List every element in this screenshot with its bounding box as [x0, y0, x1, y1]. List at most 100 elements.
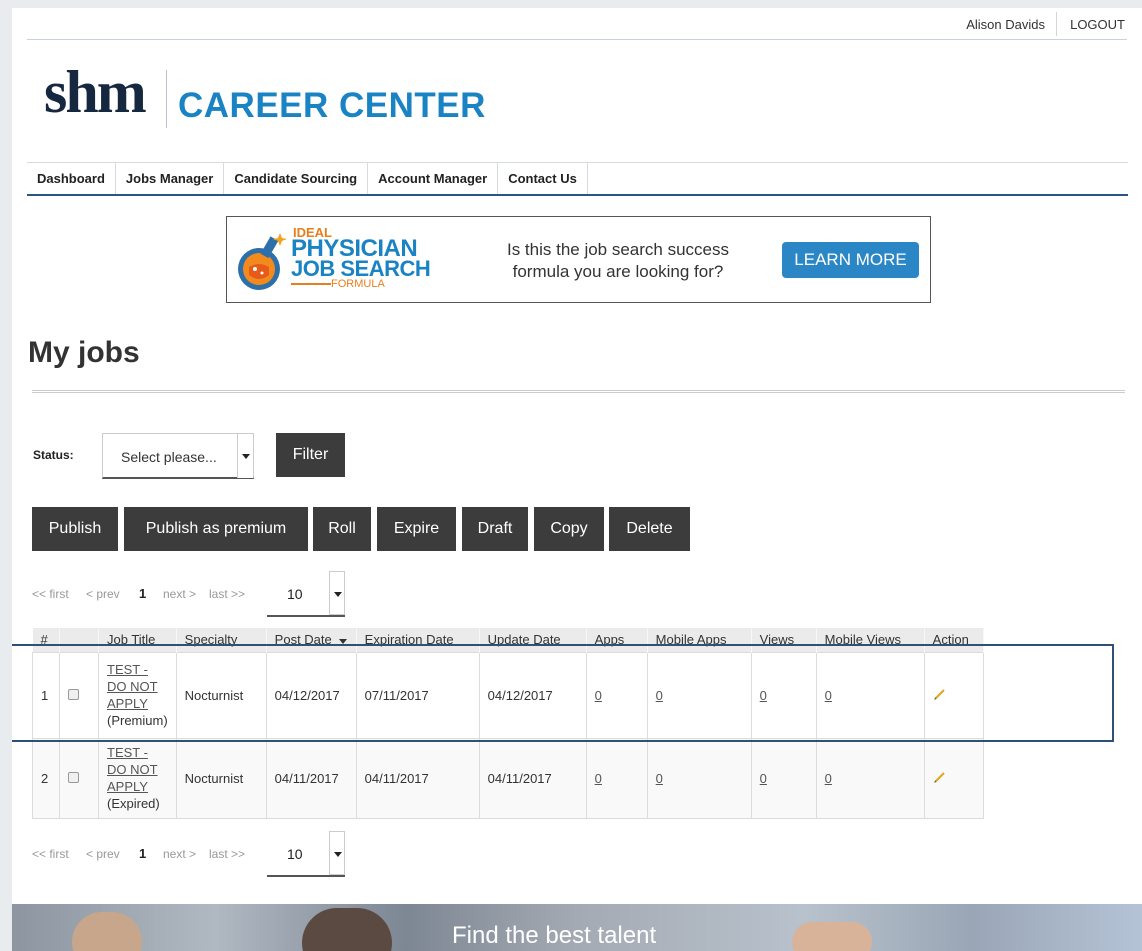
caret-down-icon [334, 852, 342, 857]
sort-caret-down-icon [339, 639, 348, 645]
apps-link[interactable]: 0 [595, 688, 602, 703]
views-cell: 0 [750, 737, 817, 819]
user-name-link[interactable]: Alison Davids [966, 17, 1045, 32]
pager-current: 1 [139, 586, 147, 601]
row-checkbox[interactable] [68, 771, 79, 783]
publish-button[interactable]: Publish [32, 507, 118, 551]
caret-down-icon [242, 454, 250, 459]
row-checkbox-cell [59, 737, 99, 819]
per-page-select[interactable]: 10 [267, 831, 345, 877]
per-page-value: 10 [287, 846, 303, 862]
job-status: (Premium) [107, 712, 168, 728]
col-select [59, 628, 99, 652]
mobile-apps-cell: 0 [646, 737, 752, 819]
mobile-views-cell: 0 [815, 651, 925, 739]
pager-next[interactable]: next > [163, 847, 196, 861]
row-checkbox[interactable] [68, 688, 79, 700]
roll-button[interactable]: Roll [313, 507, 371, 551]
pager-first[interactable]: << first [32, 847, 69, 861]
logo-divider [166, 70, 167, 128]
row-num: 1 [32, 651, 60, 739]
job-title-cell: TEST - DO NOT APPLY (Premium) [98, 651, 177, 739]
banner-text-line2: formula you are looking for? [512, 262, 724, 281]
draft-button[interactable]: Draft [462, 507, 528, 551]
status-select-toggle[interactable] [237, 434, 253, 478]
job-title-link[interactable]: TEST - DO NOT APPLY [107, 744, 168, 795]
banner-formula: FORMULA [331, 278, 385, 290]
nav-account-manager[interactable]: Account Manager [368, 163, 499, 194]
jobs-table: # Job Title Specialty Post Date Expirati… [32, 628, 984, 819]
specialty: Nocturnist [175, 737, 267, 819]
expiration-date: 04/11/2017 [355, 737, 480, 819]
publish-premium-button[interactable]: Publish as premium [124, 507, 308, 551]
job-title-line: DO NOT [107, 678, 158, 694]
job-title-line: APPLY [107, 695, 148, 711]
pager-first[interactable]: << first [32, 587, 69, 601]
status-select-value: Select please... [121, 449, 217, 465]
col-update-date[interactable]: Update Date [479, 628, 587, 652]
job-title-line: DO NOT [107, 761, 158, 777]
status-select[interactable]: Select please... [102, 433, 254, 479]
table-header-row: # Job Title Specialty Post Date Expirati… [32, 628, 984, 652]
hero-photo-person [72, 912, 142, 951]
pager-last[interactable]: last >> [209, 587, 245, 601]
nav-contact-us[interactable]: Contact Us [498, 163, 588, 194]
pager-prev[interactable]: < prev [86, 587, 120, 601]
action-cell [923, 737, 984, 819]
logo-shm: shm [44, 59, 147, 125]
pager-next[interactable]: next > [163, 587, 196, 601]
col-specialty[interactable]: Specialty [176, 628, 267, 652]
post-date-label: Post Date [274, 632, 332, 648]
col-apps[interactable]: Apps [586, 628, 648, 652]
per-page-select[interactable]: 10 [267, 571, 345, 617]
table-row: 1 TEST - DO NOT APPLY (Premium) Nocturni… [32, 651, 984, 739]
hero-photo-person [302, 908, 392, 951]
job-title-link[interactable]: TEST - DO NOT APPLY [107, 661, 168, 712]
views-link[interactable]: 0 [760, 688, 767, 703]
nav-jobs-manager[interactable]: Jobs Manager [116, 163, 225, 194]
table-row: 2 TEST - DO NOT APPLY (Expired) Nocturni… [32, 737, 984, 819]
logo-career-center: CAREER CENTER [178, 86, 486, 125]
expire-button[interactable]: Expire [377, 507, 456, 551]
pager-current: 1 [139, 846, 147, 861]
col-post-date[interactable]: Post Date [266, 628, 357, 652]
pager-last[interactable]: last >> [209, 847, 245, 861]
mobile-views-link[interactable]: 0 [825, 771, 832, 786]
views-cell: 0 [750, 651, 817, 739]
mobile-apps-link[interactable]: 0 [656, 688, 663, 703]
views-link[interactable]: 0 [760, 771, 767, 786]
hero-banner: Find the best talent [12, 904, 1142, 951]
flask-icon [238, 233, 287, 290]
job-title-line: APPLY [107, 778, 148, 794]
pager-prev[interactable]: < prev [86, 847, 120, 861]
learn-more-button[interactable]: LEARN MORE [782, 242, 919, 278]
delete-button[interactable]: Delete [609, 507, 690, 551]
apps-link[interactable]: 0 [595, 771, 602, 786]
copy-button[interactable]: Copy [534, 507, 604, 551]
logout-link[interactable]: LOGOUT [1070, 17, 1125, 32]
hero-photo-hand [792, 922, 872, 951]
pencil-icon[interactable] [933, 687, 947, 701]
col-mobile-views[interactable]: Mobile Views [816, 628, 925, 652]
update-date: 04/12/2017 [478, 651, 587, 739]
mobile-apps-link[interactable]: 0 [656, 771, 663, 786]
per-page-toggle[interactable] [329, 571, 345, 615]
pencil-icon[interactable] [933, 770, 947, 784]
filter-button[interactable]: Filter [276, 433, 345, 477]
per-page-value: 10 [287, 586, 303, 602]
apps-cell: 0 [585, 651, 648, 739]
col-mobile-apps[interactable]: Mobile Apps [647, 628, 752, 652]
col-job-title[interactable]: Job Title [98, 628, 177, 652]
ad-banner[interactable]: IDEAL PHYSICIAN JOB SEARCH FORMULA Is th… [226, 216, 931, 303]
mobile-apps-cell: 0 [646, 651, 752, 739]
row-num: 2 [32, 737, 60, 819]
col-expiration-date[interactable]: Expiration Date [356, 628, 480, 652]
col-views[interactable]: Views [751, 628, 817, 652]
per-page-toggle[interactable] [329, 831, 345, 875]
post-date: 04/12/2017 [265, 651, 357, 739]
nav-candidate-sourcing[interactable]: Candidate Sourcing [224, 163, 369, 194]
update-date: 04/11/2017 [478, 737, 587, 819]
mobile-views-link[interactable]: 0 [825, 688, 832, 703]
job-status: (Expired) [107, 795, 160, 811]
nav-dashboard[interactable]: Dashboard [27, 163, 116, 194]
